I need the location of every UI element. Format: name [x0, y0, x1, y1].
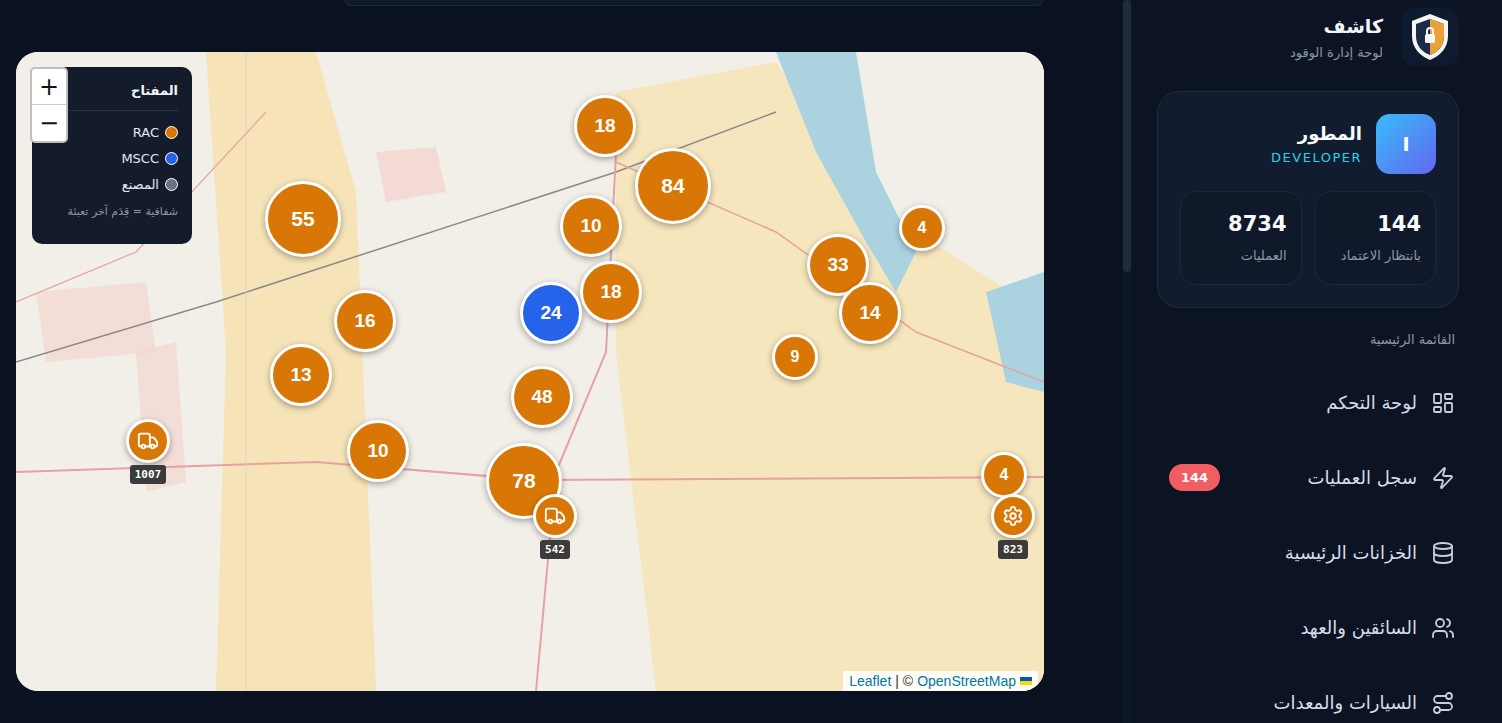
menu-label: لوحة التحكم	[1157, 392, 1417, 413]
map-marker[interactable]: 823	[983, 494, 1043, 559]
map-marker[interactable]: 542	[525, 494, 585, 559]
menu-item[interactable]: الخزانات الرئيسية	[1157, 515, 1459, 590]
map-cluster[interactable]: 16	[334, 290, 396, 352]
route-icon	[1431, 691, 1455, 715]
user-avatar: I	[1376, 114, 1436, 174]
menu-item[interactable]: سجل العمليات 144	[1157, 440, 1459, 515]
main-area: +−المفتاحRACMSCCالمصنعشفافية = قِدَم آخر…	[0, 0, 1122, 723]
map-cluster[interactable]: 10	[560, 195, 622, 257]
legend-dot	[165, 126, 178, 139]
logo-icon	[1401, 8, 1459, 66]
app-subtitle: لوحة إدارة الوقود	[1290, 45, 1383, 60]
map[interactable]: +−المفتاحRACMSCCالمصنعشفافية = قِدَم آخر…	[16, 52, 1044, 691]
menu-label: السائقين والعهد	[1157, 617, 1417, 638]
user-card: I المطور DEVELOPER 144 بانتظار الاعتماد 8734 ا…	[1157, 91, 1459, 308]
menu-title: القائمة الرئيسية	[1161, 332, 1455, 347]
zoom-control: +−	[30, 67, 68, 143]
truck-icon	[137, 430, 159, 452]
marker-pin[interactable]	[991, 494, 1035, 538]
map-cluster[interactable]: 55	[265, 181, 341, 257]
truck-icon	[544, 505, 566, 527]
database-icon	[1431, 541, 1455, 565]
map-cluster[interactable]: 9	[772, 334, 818, 380]
map-cluster[interactable]: 14	[839, 282, 901, 344]
dashboard-icon	[1431, 391, 1455, 415]
menu-item[interactable]: لوحة التحكم	[1157, 365, 1459, 440]
user-role: DEVELOPER	[1271, 150, 1362, 165]
app-title: كاشف	[1290, 15, 1383, 37]
marker-label: 542	[540, 540, 570, 559]
menu-label: سجل العمليات	[1234, 467, 1417, 488]
leaflet-link[interactable]: Leaflet	[849, 673, 891, 689]
stat-box: 8734 العمليات	[1180, 191, 1302, 285]
lightning-icon	[1431, 466, 1455, 490]
map-cluster[interactable]: 18	[580, 261, 642, 323]
top-bar	[345, 0, 1043, 6]
zoom-out-button[interactable]: −	[32, 105, 66, 141]
scrollbar[interactable]	[1122, 0, 1132, 723]
menu-label: الخزانات الرئيسية	[1157, 542, 1417, 563]
gear-icon	[1002, 505, 1024, 527]
users-icon	[1431, 616, 1455, 640]
app: +−المفتاحRACMSCCالمصنعشفافية = قِدَم آخر…	[0, 0, 1502, 723]
legend-label: RAC	[133, 125, 159, 140]
menu-label: السيارات والمعدات	[1157, 692, 1417, 713]
map-marker[interactable]: 1007	[118, 419, 178, 484]
legend-label: المصنع	[122, 177, 159, 192]
stat-label: بانتظار الاعتماد	[1330, 248, 1422, 263]
legend-note: شفافية = قِدَم آخر تعبئة	[46, 205, 178, 218]
map-attribution: Leaflet| ©OpenStreetMap	[843, 671, 1038, 691]
map-cluster[interactable]: 48	[511, 366, 573, 428]
menu-badge: 144	[1169, 464, 1220, 491]
map-cluster[interactable]: 4	[981, 452, 1027, 498]
zoom-in-button[interactable]: +	[32, 69, 66, 105]
user-name: المطور	[1271, 123, 1362, 144]
scrollbar-thumb[interactable]	[1123, 0, 1131, 272]
sidebar: كاشف لوحة إدارة الوقود I المطور DEVELOPER 144…	[1132, 0, 1502, 723]
map-cluster[interactable]: 13	[270, 344, 332, 406]
stat-value: 144	[1330, 212, 1422, 236]
legend-label: MSCC	[121, 151, 159, 166]
attribution-separator: | ©	[895, 673, 913, 689]
stat-value: 8734	[1195, 212, 1287, 236]
menu-item[interactable]: السيارات والمعدات	[1157, 665, 1459, 723]
map-cluster[interactable]: 4	[899, 205, 945, 251]
stat-label: العمليات	[1195, 248, 1287, 263]
stat-box: 144 بانتظار الاعتماد	[1315, 191, 1437, 285]
marker-label: 1007	[130, 465, 167, 484]
map-cluster[interactable]: 24	[520, 282, 582, 344]
legend-item: المصنع	[46, 171, 178, 197]
osm-link[interactable]: OpenStreetMap	[917, 673, 1016, 689]
menu-item[interactable]: السائقين والعهد	[1157, 590, 1459, 665]
brand: كاشف لوحة إدارة الوقود	[1157, 8, 1459, 66]
flag-icon	[1020, 677, 1032, 685]
menu: لوحة التحكم سجل العمليات 144 الخزانات الرئي…	[1157, 365, 1459, 723]
marker-label: 823	[998, 540, 1028, 559]
legend-dot	[165, 178, 178, 191]
marker-pin[interactable]	[533, 494, 577, 538]
legend-item: MSCC	[46, 145, 178, 171]
marker-pin[interactable]	[126, 419, 170, 463]
map-cluster[interactable]: 84	[635, 148, 711, 224]
map-cluster[interactable]: 18	[574, 95, 636, 157]
legend-dot	[165, 152, 178, 165]
map-cluster[interactable]: 10	[347, 420, 409, 482]
